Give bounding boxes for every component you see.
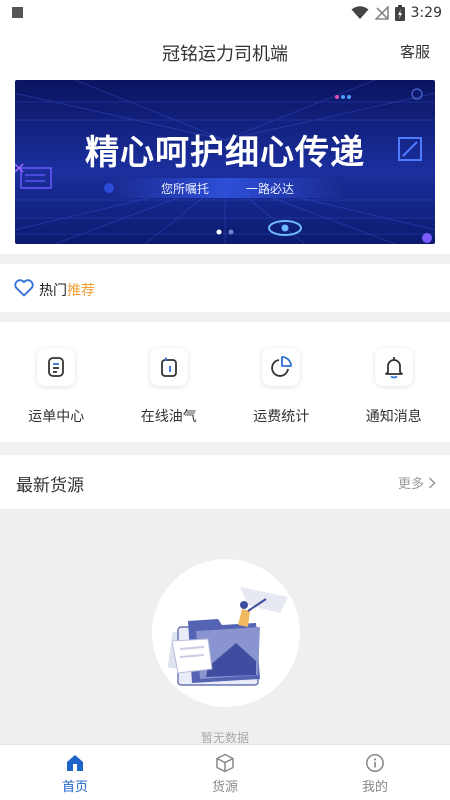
home-icon (67, 755, 83, 771)
tab-profile-label: 我的 (361, 780, 388, 795)
waybill-center-button[interactable]: 运单中心 (0, 322, 113, 442)
online-fuel-label: 在线油气 (140, 409, 197, 425)
freight-stats-button[interactable]: 运费统计 (225, 322, 338, 442)
hot-recommend-section[interactable]: 热门推荐 (0, 264, 450, 312)
battery-charging-icon (394, 5, 405, 21)
status-bar: 3:29 (0, 0, 450, 26)
customer-service-button[interactable]: 客服 (400, 41, 430, 62)
banner-tagline-left: 您所嘱托 (161, 181, 209, 196)
notifications-label: 通知消息 (365, 409, 422, 425)
hot-label-main: 热门 (39, 283, 67, 299)
notification-square-icon (12, 7, 23, 18)
heart-icon (14, 279, 34, 297)
hot-recommend-label: 热门推荐 (39, 280, 95, 300)
app-header: 冠铭运力司机端 客服 (0, 26, 450, 76)
box-icon (216, 753, 234, 773)
banner-tagline-right: 一路必达 (246, 181, 294, 196)
waybill-center-label: 运单中心 (28, 409, 85, 425)
freight-stats-label: 运费统计 (253, 409, 310, 425)
latest-sources-title: 最新货源 (16, 476, 84, 496)
tab-home[interactable]: 首页 (0, 745, 150, 800)
waybill-icon (37, 348, 76, 386)
hot-label-accent: 推荐 (67, 283, 95, 299)
tab-cargo[interactable]: 货源 (150, 745, 300, 800)
chevron-right-icon (428, 476, 436, 489)
bell-icon (374, 348, 413, 386)
tab-cargo-label: 货源 (211, 780, 238, 795)
latest-sources-header: 最新货源 更多 (0, 455, 450, 509)
banner-section: 精心呵护细心传递 您所嘱托 一路必达 (0, 76, 450, 254)
page-title: 冠铭运力司机端 (162, 44, 288, 65)
signal-off-icon (374, 6, 389, 20)
notifications-button[interactable]: 通知消息 (338, 322, 450, 442)
tab-home-label: 首页 (61, 780, 88, 795)
user-info-icon (366, 754, 384, 772)
status-indicators: 3:29 (351, 4, 442, 22)
empty-state: 暂无数据 (0, 509, 450, 745)
online-fuel-button[interactable]: 在线油气 (113, 322, 226, 442)
promo-banner[interactable]: 精心呵护细心传递 您所嘱托 一路必达 (15, 80, 435, 244)
empty-folder-illustration (152, 559, 300, 707)
bottom-tab-bar: 首页 货源 我的 (0, 744, 450, 800)
tab-profile[interactable]: 我的 (300, 745, 450, 800)
pie-chart-icon (262, 348, 301, 386)
status-time: 3:29 (410, 5, 442, 21)
fuel-icon (149, 348, 188, 386)
more-label: 更多 (397, 477, 424, 492)
more-link[interactable]: 更多 (398, 473, 436, 492)
banner-headline: 精心呵护细心传递 (85, 133, 365, 173)
quick-actions: 运单中心 在线油气 运费统计 通知消息 (0, 322, 450, 442)
wifi-icon (351, 6, 369, 19)
banner-graphic: 精心呵护细心传递 您所嘱托 一路必达 (15, 80, 435, 244)
